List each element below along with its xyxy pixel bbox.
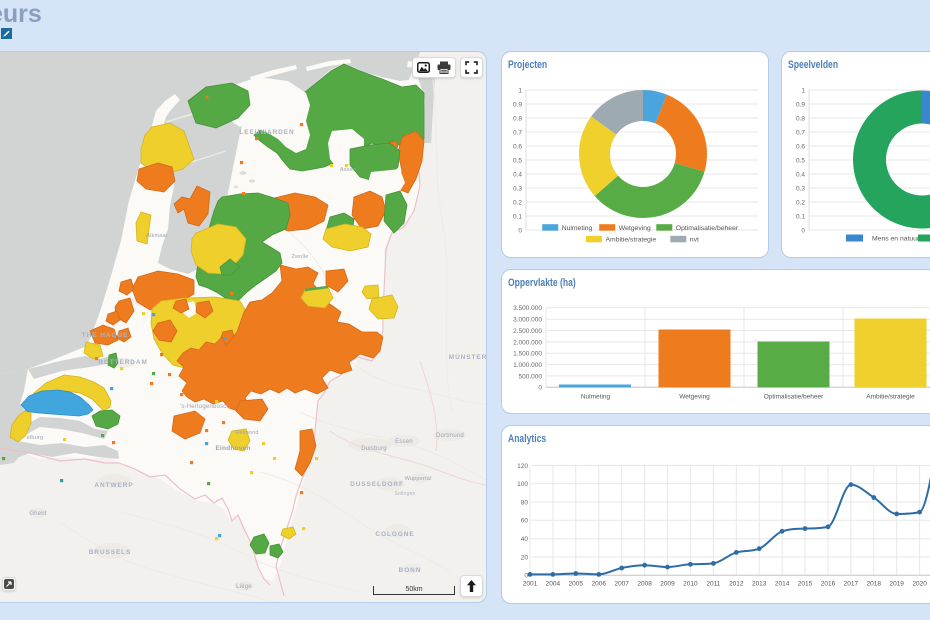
svg-text:Ghent: Ghent (29, 511, 46, 517)
svg-text:Mens en natuur: Mens en natuur (872, 235, 920, 242)
svg-text:2006: 2006 (592, 581, 607, 588)
svg-text:Wetgeving: Wetgeving (679, 394, 710, 401)
svg-text:ANTWERP: ANTWERP (94, 482, 133, 489)
svg-text:0.1: 0.1 (796, 213, 805, 220)
svg-text:ROTTERDAM: ROTTERDAM (98, 359, 148, 366)
svg-text:Ambitie/strategie: Ambitie/strategie (866, 394, 915, 401)
svg-text:0.1: 0.1 (513, 213, 522, 220)
svg-text:Helmond: Helmond (235, 430, 258, 436)
svg-text:BONN: BONN (399, 567, 422, 574)
svg-text:2011: 2011 (706, 581, 720, 588)
svg-text:Ambitie/strategie: Ambitie/strategie (606, 237, 657, 244)
svg-text:0: 0 (801, 227, 805, 234)
svg-text:Dortmund: Dortmund (436, 433, 464, 439)
svg-text:1.000.000: 1.000.000 (513, 362, 542, 369)
svg-text:100: 100 (517, 481, 528, 488)
svg-text:500.000: 500.000 (519, 373, 543, 380)
svg-text:Solingen: Solingen (394, 491, 415, 497)
svg-text:0.9: 0.9 (796, 101, 805, 108)
svg-text:Eindhoven: Eindhoven (215, 445, 250, 452)
svg-text:2016: 2016 (821, 581, 836, 588)
svg-text:0.5: 0.5 (796, 157, 805, 164)
svg-text:20: 20 (521, 554, 529, 561)
svg-text:0.3: 0.3 (796, 185, 805, 192)
svg-text:1: 1 (801, 87, 805, 94)
svg-text:2018: 2018 (867, 581, 882, 588)
svg-text:1: 1 (518, 87, 522, 94)
svg-text:DUSSELDORF: DUSSELDORF (350, 481, 404, 488)
svg-text:2020: 2020 (912, 581, 927, 588)
svg-text:elburg: elburg (27, 435, 44, 441)
svg-text:2.000.000: 2.000.000 (513, 339, 542, 346)
svg-text:2005: 2005 (569, 581, 584, 588)
svg-text:0.8: 0.8 (796, 115, 805, 122)
svg-text:Duisburg: Duisburg (361, 446, 387, 452)
svg-text:nvt: nvt (690, 237, 699, 244)
svg-text:Alkmaar: Alkmaar (146, 233, 168, 239)
svg-text:2013: 2013 (752, 581, 767, 588)
svg-text:2019: 2019 (889, 581, 904, 588)
svg-text:0.4: 0.4 (513, 171, 522, 178)
svg-text:Optimalisatie/beheer: Optimalisatie/beheer (764, 394, 824, 401)
svg-text:0.2: 0.2 (513, 199, 522, 206)
svg-text:0.3: 0.3 (513, 185, 522, 192)
svg-text:2007: 2007 (614, 581, 629, 588)
svg-text:0.6: 0.6 (796, 143, 805, 150)
svg-text:Zwolle: Zwolle (291, 254, 308, 260)
svg-text:0.7: 0.7 (513, 129, 522, 136)
svg-text:40: 40 (521, 536, 529, 543)
svg-text:0: 0 (538, 385, 542, 392)
svg-text:0.8: 0.8 (513, 115, 522, 122)
svg-text:Nulmeting: Nulmeting (581, 394, 611, 401)
svg-text:LEEUWARDEN: LEEUWARDEN (239, 129, 294, 136)
svg-text:60: 60 (521, 518, 529, 525)
svg-text:0.9: 0.9 (513, 101, 522, 108)
svg-text:0.5: 0.5 (513, 157, 522, 164)
svg-text:2012: 2012 (729, 581, 744, 588)
svg-text:0.6: 0.6 (513, 143, 522, 150)
svg-text:2015: 2015 (798, 581, 813, 588)
svg-text:'s-Hertogenbosch: 's-Hertogenbosch (180, 404, 230, 410)
svg-text:Nulmeting: Nulmeting (562, 225, 593, 232)
svg-text:0: 0 (518, 227, 522, 234)
svg-text:BRUSSELS: BRUSSELS (89, 549, 132, 556)
svg-text:Assen: Assen (340, 167, 356, 173)
svg-text:2017: 2017 (844, 581, 859, 588)
svg-text:0.7: 0.7 (796, 129, 805, 136)
svg-text:2009: 2009 (660, 581, 675, 588)
svg-text:80: 80 (521, 499, 529, 506)
svg-text:2.500.000: 2.500.000 (513, 328, 542, 335)
svg-text:THE HAGUE: THE HAGUE (82, 332, 128, 339)
svg-text:2001: 2001 (523, 581, 538, 588)
svg-text:2010: 2010 (683, 581, 698, 588)
svg-text:Liège: Liège (236, 584, 252, 590)
svg-text:0.4: 0.4 (796, 171, 805, 178)
svg-text:Wuppertal: Wuppertal (405, 476, 432, 482)
svg-text:3.500.000: 3.500.000 (513, 305, 542, 312)
svg-text:Essen: Essen (395, 439, 413, 445)
svg-text:0.2: 0.2 (796, 199, 805, 206)
svg-text:MÜNSTER: MÜNSTER (449, 352, 487, 361)
svg-text:120: 120 (517, 463, 528, 470)
svg-text:Wetgeving: Wetgeving (619, 225, 651, 232)
svg-text:2008: 2008 (637, 581, 652, 588)
svg-text:1.500.000: 1.500.000 (513, 351, 542, 358)
svg-text:3.000.000: 3.000.000 (513, 317, 542, 324)
svg-text:2004: 2004 (546, 581, 561, 588)
svg-text:COLOGNE: COLOGNE (375, 531, 414, 538)
svg-text:Optimalisatie/beheer: Optimalisatie/beheer (676, 225, 739, 232)
svg-text:2014: 2014 (775, 581, 790, 588)
